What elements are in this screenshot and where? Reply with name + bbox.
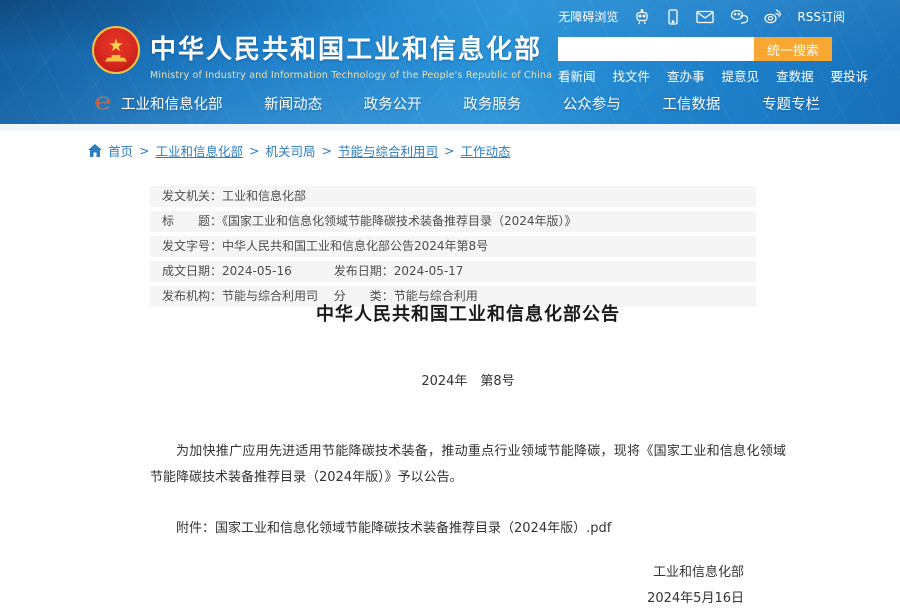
crumb-work-trends[interactable]: 工作动态 [461,141,511,160]
site-title-block: 中华人民共和国工业和信息化部 Ministry of Industry and … [150,29,552,81]
quick-link-suggest[interactable]: 提意见 [722,66,760,85]
meta-label: 发布日期： [334,264,394,278]
meta-label: 标 题： [162,214,222,228]
nav-item-gov-affairs[interactable]: 政务公开 [364,93,422,114]
search-input[interactable] [558,37,754,61]
announcement-paragraph: 为加快推广应用先进适用节能降碳技术装备，推动重点行业领域节能降碳，现将《国家工业… [150,439,786,491]
meta-value: 2024-05-16 [222,264,292,278]
unified-search-button[interactable]: 统一搜索 [754,37,832,61]
quick-link-services[interactable]: 查办事 [667,66,705,85]
document-meta-table: 发文机关：工业和信息化部 标 题：《国家工业和信息化领域节能降碳技术装备推荐目录… [150,186,756,311]
emblem-gate-icon [105,55,127,62]
nav-items: 工业和信息化部 新闻动态 政务公开 政务服务 公众参与 工信数据 专题专栏 [121,93,820,114]
robot-icon[interactable] [634,9,650,25]
meta-value: 《国家工业和信息化领域节能降碳技术装备推荐目录（2024年版）》 [222,214,577,228]
crumb-departments[interactable]: 机关司局 [266,141,316,160]
crumb-separator: > [322,143,332,158]
utility-topbar: 无障碍浏览 [558,8,845,25]
crumb-home[interactable]: 首页 [108,141,133,160]
miit-gov-page: 无障碍浏览 [0,0,900,560]
emblem-star-icon: ★ [108,39,123,53]
mail-icon[interactable] [696,10,714,24]
nav-item-miit[interactable]: 工业和信息化部 [121,93,223,114]
attachment-link[interactable]: 附件：国家工业和信息化领域节能降碳技术装备推荐目录（2024年版）.pdf [150,517,786,536]
quick-link-news[interactable]: 看新闻 [558,66,596,85]
crumb-miit[interactable]: 工业和信息化部 [156,141,244,160]
signature-block: 工业和信息化部 2024年5月16日 [150,560,786,612]
search-box: 统一搜索 [558,37,832,61]
nav-item-topics[interactable]: 专题专栏 [762,93,820,114]
nav-item-data[interactable]: 工信数据 [662,93,720,114]
crumb-energy-dept[interactable]: 节能与综合利用司 [338,141,438,160]
quick-link-complaint[interactable]: 要投诉 [831,66,869,85]
national-emblem: ★ [92,26,140,74]
nav-item-news[interactable]: 新闻动态 [264,93,322,114]
rss-link[interactable]: RSS订阅 [797,8,845,25]
meta-label: 发文字号： [162,239,222,253]
miit-e-logo-icon[interactable]: ℮ [95,92,121,114]
nav-item-gov-services[interactable]: 政务服务 [463,93,521,114]
meta-value: 工业和信息化部 [222,189,306,203]
site-title-cn: 中华人民共和国工业和信息化部 [150,29,552,66]
announcement-title: 中华人民共和国工业和信息化部公告 [150,300,786,326]
site-title-en: Ministry of Industry and Information Tec… [150,70,552,81]
signature-date: 2024年5月16日 [150,586,744,612]
crumb-separator: > [249,143,259,158]
meta-row-title: 标 题：《国家工业和信息化领域节能降碳技术装备推荐目录（2024年版）》 [150,211,756,232]
quick-links: 看新闻 找文件 查办事 提意见 查数据 要投诉 [558,66,868,85]
meta-label: 发文机关： [162,189,222,203]
nav-item-public[interactable]: 公众参与 [563,93,621,114]
home-icon[interactable] [88,144,102,157]
announcement-article: 中华人民共和国工业和信息化部公告 2024年 第8号 为加快推广应用先进适用节能… [150,300,786,612]
meta-label: 成文日期： [162,264,222,278]
header-banner: 无障碍浏览 [0,0,900,124]
mobile-icon[interactable] [666,9,680,25]
signature-org: 工业和信息化部 [150,560,744,586]
wechat-icon[interactable] [730,9,748,24]
quick-link-data[interactable]: 查数据 [776,66,814,85]
accessibility-link[interactable]: 无障碍浏览 [558,8,618,25]
announcement-issue-number: 2024年 第8号 [150,370,786,389]
crumb-separator: > [139,143,149,158]
quick-link-files[interactable]: 找文件 [613,66,651,85]
meta-row-issuing-authority: 发文机关：工业和信息化部 [150,186,756,207]
crumb-separator: > [444,143,454,158]
meta-value: 中华人民共和国工业和信息化部公告2024年第8号 [222,239,488,253]
meta-value: 2024-05-17 [394,264,464,278]
breadcrumb: 首页 > 工业和信息化部 > 机关司局 > 节能与综合利用司 > 工作动态 [88,141,511,160]
header-divider [0,124,900,131]
main-nav: ℮ 工业和信息化部 新闻动态 政务公开 政务服务 公众参与 工信数据 专题专栏 [95,92,820,114]
meta-row-dates: 成文日期：2024-05-16 发布日期：2024-05-17 [150,261,756,282]
meta-row-doc-number: 发文字号：中华人民共和国工业和信息化部公告2024年第8号 [150,236,756,257]
weibo-icon[interactable] [764,9,781,24]
